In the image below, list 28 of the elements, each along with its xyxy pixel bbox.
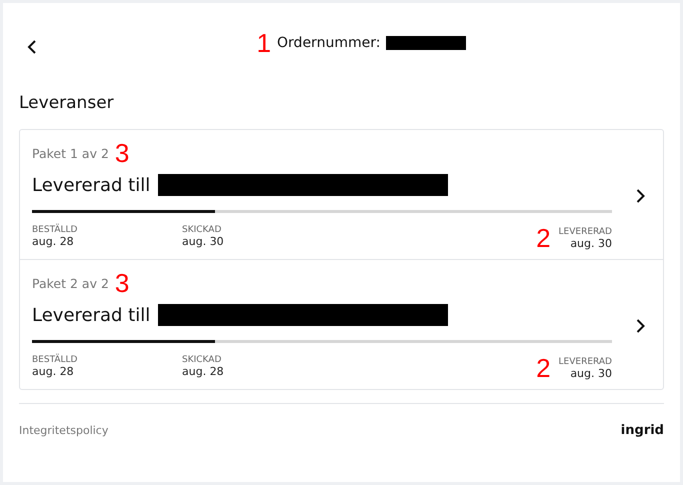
package-label: Paket 2 av 2	[32, 276, 109, 290]
annotation-number: 3	[114, 270, 130, 296]
annotation-number: 3	[114, 140, 130, 166]
package-label: Paket 1 av 2	[32, 146, 109, 160]
step-label: LEVERERAD	[558, 226, 612, 236]
brand-logo: ingrid	[620, 422, 664, 438]
step-date: aug. 28	[32, 365, 75, 378]
step-date: aug. 30	[570, 236, 612, 250]
privacy-link[interactable]: Integritetspolicy	[19, 424, 108, 436]
annotation-number: 1	[256, 30, 272, 56]
step-date: aug. 28	[32, 235, 75, 248]
annotation-number: 2	[536, 355, 551, 381]
step-label: LEVERERAD	[558, 356, 612, 366]
chevron-right-icon	[636, 318, 645, 332]
order-number-label: Ordernummer:	[277, 35, 380, 51]
step-label: SKICKAD	[182, 225, 222, 235]
back-chevron-icon	[27, 40, 37, 54]
step-date: aug. 30	[182, 235, 224, 248]
chevron-right-icon	[636, 188, 645, 202]
delivery-status: Levererad till	[32, 174, 150, 196]
step-label: BESTÄLLD	[32, 225, 78, 235]
section-title: Leveranser	[19, 93, 115, 113]
step-date: aug. 30	[570, 366, 612, 380]
annotation-number: 2	[536, 225, 551, 251]
delivery-status: Levererad till	[32, 304, 150, 326]
step-label: SKICKAD	[182, 355, 222, 365]
step-label: BESTÄLLD	[32, 355, 78, 365]
step-date: aug. 28	[182, 365, 224, 378]
